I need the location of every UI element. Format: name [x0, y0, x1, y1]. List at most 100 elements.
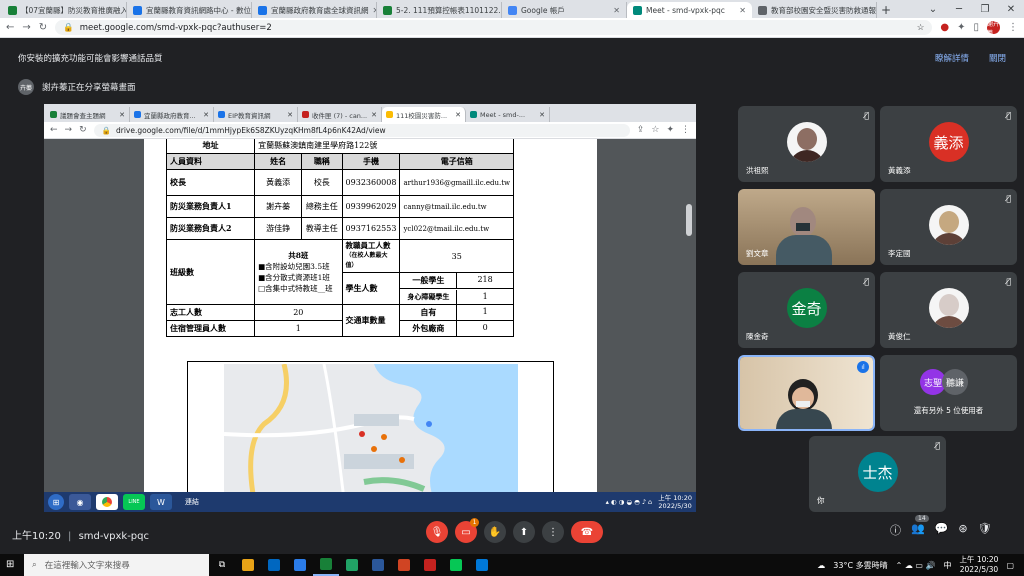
- shared-clock-date: 2022/5/30: [658, 502, 692, 510]
- participant-name: 劉文章: [746, 249, 769, 258]
- people-icon[interactable]: 👥 14: [911, 515, 929, 538]
- menu-kebab-icon[interactable]: ⋮: [1008, 22, 1018, 33]
- forward-icon[interactable]: →: [22, 22, 30, 33]
- tab-label: 【07宜蘭縣】防災教育推廣融入...: [21, 5, 127, 15]
- bookmark-star-icon[interactable]: ☆: [917, 23, 925, 33]
- row-disaster1-name: 謝卉蓁: [254, 195, 303, 218]
- record-icon[interactable]: ●: [940, 22, 949, 33]
- tab-favicon-icon: [633, 5, 642, 15]
- windows-clock[interactable]: 上午 10:20 2022/5/30: [959, 555, 998, 575]
- participant-tile[interactable]: 洪祖熙 🎙̸: [738, 106, 875, 182]
- mic-off-button[interactable]: 🎙: [426, 521, 448, 543]
- participant-photo: [928, 288, 969, 328]
- presenting-text: 謝卉蓁正在分享螢幕畫面: [42, 83, 136, 93]
- browser-tab[interactable]: 5-2. 111預算控帳表1101122...✕: [377, 2, 502, 18]
- dismiss-link[interactable]: 關閉: [989, 52, 1006, 64]
- mic-muted-icon: 🎙̸: [1006, 111, 1011, 120]
- participant-avatar: 義添: [928, 122, 969, 162]
- participant-tile[interactable]: 士杰你 🎙̸: [809, 436, 946, 512]
- pinned-app-icon[interactable]: [469, 554, 495, 576]
- app-glyph-icon: [242, 559, 254, 571]
- students-sub: 一般學生 218: [399, 272, 514, 289]
- back-icon[interactable]: ←: [6, 22, 14, 33]
- classes-special: □含集中式特教班__班: [258, 284, 333, 293]
- minimize-button[interactable]: ─: [946, 0, 972, 18]
- app-glyph-icon: [476, 559, 488, 571]
- participant-tile[interactable]: 黃俊仁 🎙̸: [880, 272, 1017, 348]
- windows-search-box[interactable]: ⌕ 在這裡輸入文字來搜尋: [24, 554, 209, 576]
- row-disaster2-name: 游佳錚: [254, 217, 303, 240]
- shared-tab-label: 議題會查主題網: [60, 111, 106, 120]
- close-window-button[interactable]: ✕: [998, 0, 1024, 18]
- profile-avatar[interactable]: 謝卉蓁: [987, 21, 1000, 37]
- shared-tab-favicon-icon: [386, 111, 393, 118]
- tab-close-icon[interactable]: ✕: [739, 6, 746, 15]
- shared-tab-close-icon: ✕: [371, 110, 377, 119]
- more-options-button[interactable]: ⋮: [542, 521, 564, 543]
- participant-avatar: 士杰: [857, 452, 898, 492]
- camera-off-button[interactable]: ▭ 1: [455, 518, 479, 543]
- shared-reload-icon: ↻: [79, 125, 87, 135]
- shared-line-icon: LINE: [123, 494, 145, 510]
- extensions-icon[interactable]: ✦: [957, 22, 965, 33]
- participant-tile[interactable]: 金奇 陳金奇 🎙̸: [738, 272, 875, 348]
- pinned-app-icon[interactable]: [313, 554, 339, 576]
- browser-tab[interactable]: Meet - smd-vpxk-pqc ✕: [627, 2, 752, 18]
- windows-clock-time: 上午 10:20: [959, 555, 999, 564]
- browser-tab[interactable]: 宜蘭縣教育資訊網路中心 - 數位...✕: [127, 2, 252, 18]
- ime-indicator[interactable]: 中: [943, 560, 951, 571]
- mic-muted-icon: 🎙̸: [864, 277, 869, 286]
- shared-tray: ▴ ◐ ◑ ◒ ◓ ♪ ⌂ 上午 10:20 2022/5/30: [606, 494, 692, 510]
- shared-back-icon: ←: [50, 125, 58, 135]
- windows-start-icon[interactable]: ⊞: [6, 559, 14, 570]
- new-tab-button[interactable]: +: [877, 2, 895, 18]
- header-name: 姓名: [254, 153, 303, 170]
- browser-tab[interactable]: 教育部校園安全暨災害防救通報...✕: [752, 2, 877, 18]
- pinned-app-icon[interactable]: [417, 554, 443, 576]
- raise-hand-button[interactable]: ✋: [484, 521, 506, 543]
- task-view-icon[interactable]: ⧉: [209, 554, 235, 576]
- participant-tile[interactable]: ıl: [738, 355, 875, 431]
- activities-icon[interactable]: ⊛: [958, 522, 967, 538]
- tab-search-icon[interactable]: ⌄: [920, 0, 946, 18]
- browser-tab[interactable]: Google 帳戶 ✕: [502, 2, 627, 18]
- people-count: 14: [915, 515, 929, 522]
- pinned-app-icon[interactable]: [287, 554, 313, 576]
- participant-tile[interactable]: 李定國 🎙̸: [880, 189, 1017, 265]
- host-controls-icon[interactable]: 🛡: [978, 522, 992, 538]
- shared-tab-label: 111校園災害防...: [396, 111, 448, 120]
- pinned-app-icon[interactable]: [391, 554, 417, 576]
- info-icon[interactable]: ⓘ: [890, 522, 901, 538]
- participant-tile[interactable]: 志聖 聽謙 還有另外 5 位使用者: [880, 355, 1017, 431]
- leave-call-button[interactable]: ☎: [571, 521, 603, 543]
- notification-icon[interactable]: ▢: [1006, 561, 1014, 570]
- shared-taskbar-label: 連結: [185, 498, 199, 506]
- chat-icon[interactable]: 💬: [935, 522, 949, 538]
- reload-icon[interactable]: ↻: [39, 22, 47, 33]
- participant-name: 洪祖熙: [746, 166, 769, 175]
- participant-tile[interactable]: 劉文章: [738, 189, 875, 265]
- participant-tile[interactable]: 義添 黃義添 🎙̸: [880, 106, 1017, 182]
- shared-address-bar: 🔒 drive.google.com/file/d/1mmHjypEk6S8ZK…: [93, 123, 630, 137]
- row-disaster1-title: 總務主任: [301, 195, 343, 218]
- learn-more-link[interactable]: 瞭解詳情: [935, 52, 969, 64]
- row-principal-title: 校長: [301, 169, 343, 196]
- address-bar[interactable]: 🔒 meet.google.com/smd-vpxk-pqc?authuser=…: [55, 20, 933, 35]
- present-button[interactable]: ⬆: [513, 521, 535, 543]
- pinned-app-icon[interactable]: [235, 554, 261, 576]
- restore-button[interactable]: ❐: [972, 0, 998, 18]
- tab-close-icon[interactable]: ✕: [613, 6, 620, 15]
- weather-text: 33°C 多雲時晴: [833, 560, 888, 570]
- pinned-app-icon[interactable]: [339, 554, 365, 576]
- pinned-app-icon[interactable]: [443, 554, 469, 576]
- shared-start-icon: ⊞: [48, 494, 64, 510]
- pinned-app-icon[interactable]: [365, 554, 391, 576]
- mic-muted-icon: 🎙̸: [1006, 277, 1011, 286]
- browser-tab[interactable]: 宜蘭縣政府教育處全球資訊網✕: [252, 2, 377, 18]
- tab-label: 教育部校園安全暨災害防救通報...: [771, 5, 877, 15]
- browser-tab[interactable]: 【07宜蘭縣】防災教育推廣融入...✕: [2, 2, 127, 18]
- sidebar-icon[interactable]: ▯: [973, 22, 979, 33]
- pinned-app-icon[interactable]: [261, 554, 287, 576]
- tab-label: 宜蘭縣政府教育處全球資訊網: [271, 5, 369, 15]
- tray-icons[interactable]: ⌃ ☁ ▭ 🔊: [896, 561, 936, 570]
